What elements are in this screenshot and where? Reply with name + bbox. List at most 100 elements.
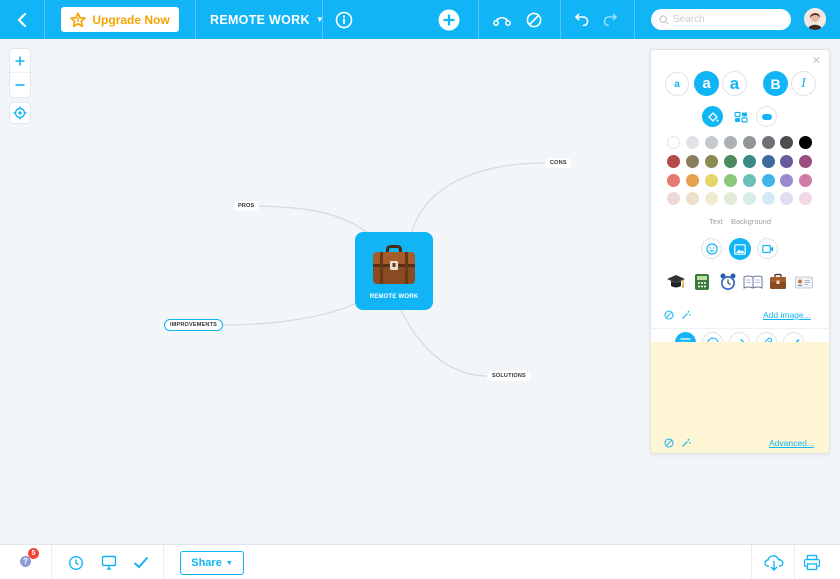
color-swatch[interactable] [742,136,756,149]
color-swatch[interactable] [742,192,756,206]
color-swatch[interactable] [723,173,737,187]
open-book-icon[interactable] [743,272,763,292]
info-button[interactable] [332,0,356,39]
tab-layout-style[interactable] [730,106,751,127]
image-icon [734,243,746,255]
tab-image[interactable] [729,238,751,260]
tab-background-color[interactable]: Background [731,217,771,226]
id-card-icon[interactable] [794,272,814,292]
central-node[interactable]: REMOTE WORK [355,232,433,310]
tab-node-style[interactable] [702,106,723,127]
color-swatch[interactable] [799,192,813,206]
prohibit-icon [526,12,542,27]
map-title-dropdown[interactable]: REMOTE WORK ▼ [210,0,324,39]
back-button[interactable] [0,0,44,39]
tab-shape-style[interactable] [756,106,777,127]
magic-wand-button[interactable] [680,309,692,321]
map-node-pros[interactable]: PROS [233,201,260,211]
color-swatch[interactable] [780,173,794,187]
font-size-large-button[interactable]: a [722,71,747,96]
add-image-link[interactable]: Add image... [763,310,811,320]
color-swatch[interactable] [667,136,680,149]
central-node-label: REMOTE WORK [369,294,419,300]
color-swatch[interactable] [761,154,775,168]
map-node-improvements[interactable]: IMPROVEMENTS [164,319,224,331]
color-swatch[interactable] [685,136,699,149]
color-swatch[interactable] [704,192,718,206]
color-swatch[interactable] [685,173,699,187]
paint-bucket-icon [707,111,718,122]
clear-format-button[interactable] [522,0,546,39]
color-swatch[interactable] [685,154,699,168]
center-map-button[interactable] [9,102,31,124]
print-button[interactable] [800,545,824,579]
tab-text-color[interactable]: Text [709,217,723,226]
notes-magic-wand-button[interactable] [680,437,692,449]
color-swatch[interactable] [780,154,794,168]
add-node-button[interactable] [436,0,462,39]
color-swatch[interactable] [761,136,775,149]
close-icon[interactable]: ✕ [812,54,821,67]
crosshair-icon [13,106,27,120]
color-swatch[interactable] [723,192,737,206]
relationship-button[interactable] [490,0,514,39]
upgrade-now-button[interactable]: Upgrade Now [61,7,179,32]
italic-button[interactable]: I [791,71,816,96]
zoom-out-button[interactable] [10,73,30,97]
video-icon [761,244,773,253]
font-size-small-button[interactable]: a [665,72,689,96]
color-swatch[interactable] [685,192,699,206]
history-button[interactable] [64,545,88,579]
color-swatch[interactable] [742,154,756,168]
briefcase-icon[interactable] [768,272,788,292]
tab-video[interactable] [757,238,778,259]
briefcase-icon [373,245,415,284]
calculator-icon[interactable] [692,272,712,292]
zoom-in-button[interactable] [10,49,30,73]
bottom-toolbar: Share ▼ [0,544,840,579]
color-swatch[interactable] [667,192,680,206]
color-swatch[interactable] [761,173,775,187]
redo-button[interactable] [600,0,622,39]
remove-notes-button[interactable] [663,437,675,449]
map-node-cons[interactable]: CONS [545,158,572,168]
user-avatar[interactable] [804,8,826,30]
color-swatch[interactable] [799,136,813,149]
download-button[interactable] [762,545,786,579]
zoom-controls [9,48,31,98]
presentation-button[interactable] [97,545,121,579]
color-swatch[interactable] [667,173,680,187]
tab-emoji[interactable] [701,238,722,259]
graduation-cap-icon[interactable] [666,272,686,292]
map-title: REMOTE WORK [210,12,310,27]
color-swatch[interactable] [704,173,718,187]
color-swatch[interactable] [742,173,756,187]
share-button[interactable]: Share ▼ [180,551,244,575]
color-swatch[interactable] [704,154,718,168]
star-icon [70,11,87,27]
caret-down-icon: ▼ [225,559,233,567]
color-swatch[interactable] [667,154,680,168]
color-swatch[interactable] [723,136,737,149]
color-swatch[interactable] [799,154,813,168]
color-swatch[interactable] [799,173,813,187]
remove-image-button[interactable] [663,309,675,321]
search-box[interactable] [651,9,791,30]
color-swatch[interactable] [780,192,794,206]
color-swatch[interactable] [704,136,718,149]
search-input[interactable] [673,14,783,25]
tasks-button[interactable] [129,545,153,579]
font-size-medium-button[interactable]: a [694,71,719,96]
alarm-clock-icon[interactable] [718,272,738,292]
color-swatch[interactable] [780,136,794,149]
color-swatch[interactable] [761,192,775,206]
advanced-link[interactable]: Advanced... [769,438,814,448]
notes-area[interactable]: Advanced... [651,342,829,453]
map-node-solutions[interactable]: SOLUTIONS [487,371,531,381]
undo-button[interactable] [570,0,592,39]
undo-icon [574,12,589,26]
magic-wand-icon [682,438,691,447]
color-swatch[interactable] [723,154,737,168]
bold-button[interactable]: B [763,71,788,96]
top-toolbar: Upgrade Now REMOTE WORK ▼ [0,0,840,39]
